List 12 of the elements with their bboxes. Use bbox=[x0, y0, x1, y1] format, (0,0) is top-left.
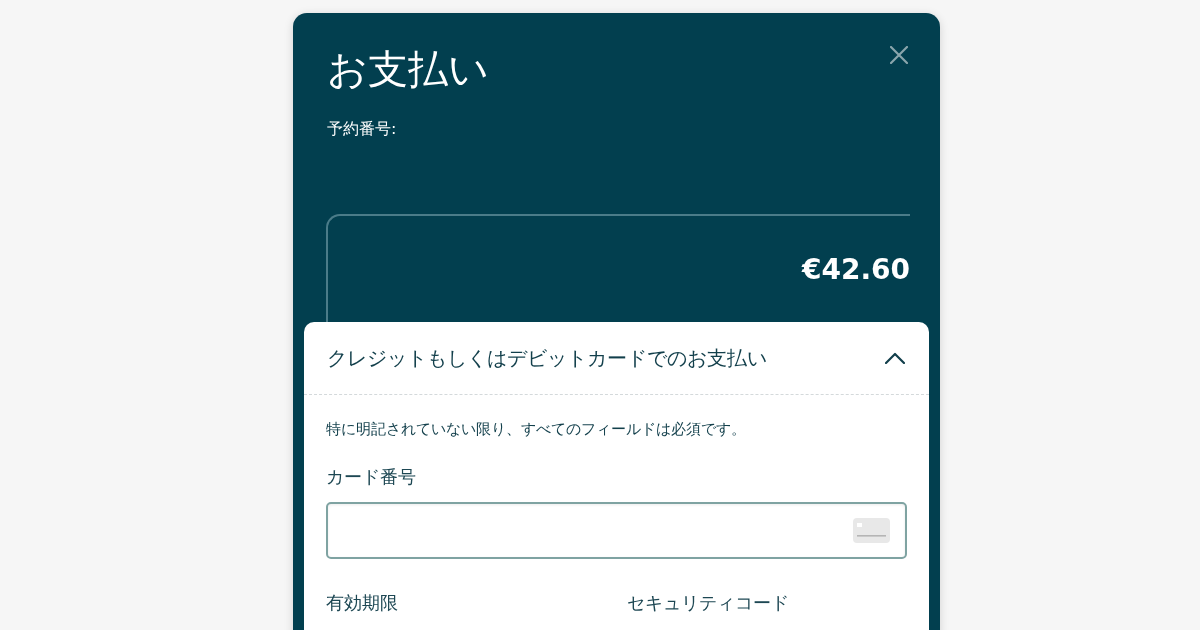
accordion-header[interactable]: クレジットもしくはデビットカードでのお支払い bbox=[304, 322, 929, 395]
close-button[interactable] bbox=[889, 45, 909, 65]
field-label: カード番号 bbox=[326, 465, 417, 489]
card-number-input[interactable] bbox=[326, 502, 907, 559]
booking-number-label: 予約番号: bbox=[327, 119, 397, 138]
field-label: セキュリティコード bbox=[627, 591, 790, 615]
dialog-title: お支払い bbox=[327, 45, 489, 93]
close-icon bbox=[890, 46, 908, 64]
credit-card-icon bbox=[853, 518, 890, 543]
field-label: 有効期限 bbox=[326, 591, 399, 615]
amount-text: €42.60 bbox=[801, 252, 910, 288]
required-fields-note: 特に明記されていない限り、すべてのフィールドは必須です。 bbox=[326, 419, 747, 439]
